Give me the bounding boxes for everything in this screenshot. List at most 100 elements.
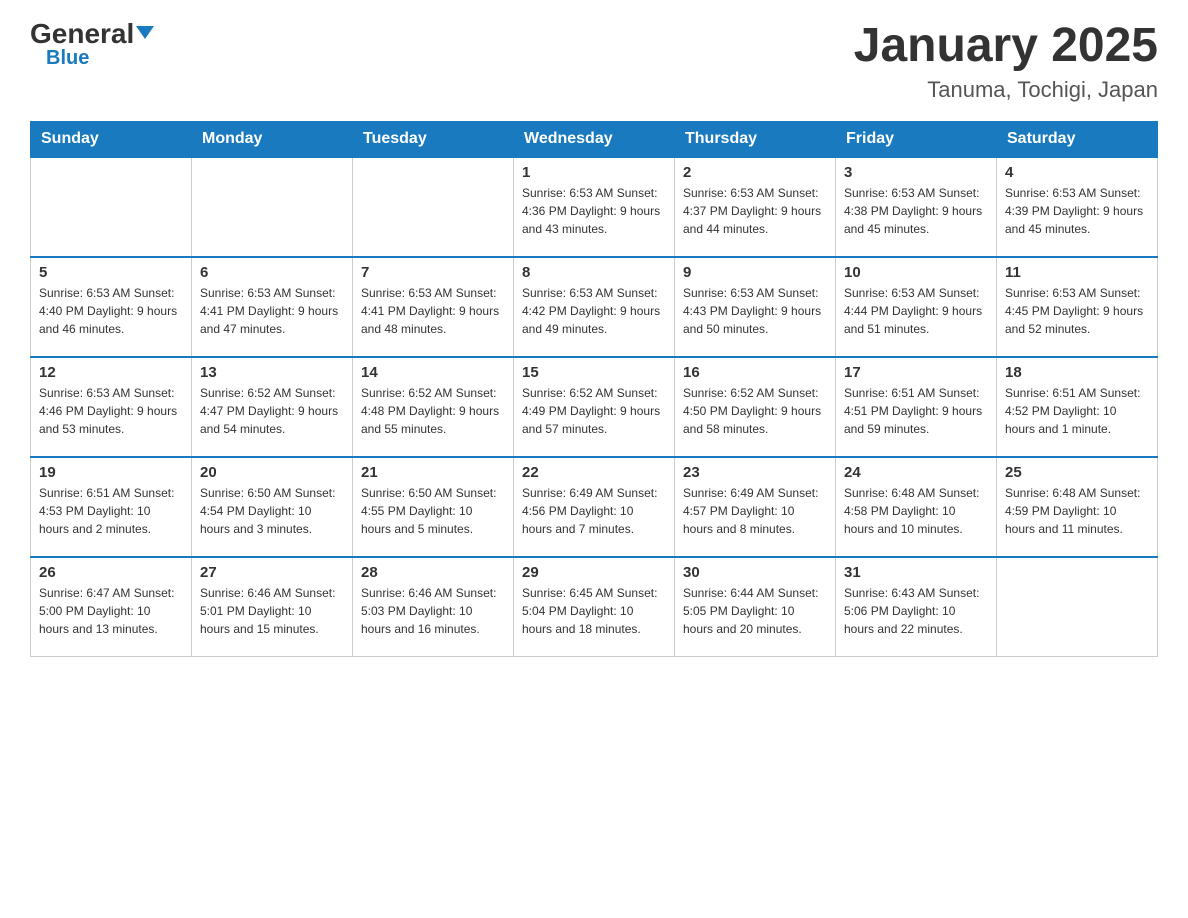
day-number: 12 <box>39 364 183 381</box>
day-number: 18 <box>1005 364 1149 381</box>
calendar-cell: 9 Sunrise: 6:53 AM Sunset: 4:43 PM Daylig… <box>675 257 836 357</box>
day-info: Sunrise: 6:53 AM Sunset: 4:37 PM Dayligh… <box>683 184 827 238</box>
day-info: Sunrise: 6:48 AM Sunset: 4:58 PM Dayligh… <box>844 484 988 538</box>
day-number: 22 <box>522 464 666 481</box>
calendar-cell: 5 Sunrise: 6:53 AM Sunset: 4:40 PM Daylig… <box>31 257 192 357</box>
day-number: 17 <box>844 364 988 381</box>
day-number: 23 <box>683 464 827 481</box>
day-of-week-header: Saturday <box>997 121 1158 157</box>
day-info: Sunrise: 6:53 AM Sunset: 4:36 PM Dayligh… <box>522 184 666 238</box>
calendar-cell: 26 Sunrise: 6:47 AM Sunset: 5:00 PM Dayli… <box>31 557 192 657</box>
calendar-cell: 20 Sunrise: 6:50 AM Sunset: 4:54 PM Dayli… <box>192 457 353 557</box>
calendar-cell: 2 Sunrise: 6:53 AM Sunset: 4:37 PM Daylig… <box>675 157 836 257</box>
calendar-week-row: 19Sunrise: 6:51 AM Sunset: 4:53 PM Dayli… <box>31 457 1158 557</box>
day-number: 16 <box>683 364 827 381</box>
logo: General Blue <box>30 20 154 68</box>
calendar-cell: 28Sunrise: 6:46 AM Sunset: 5:03 PM Dayli… <box>353 557 514 657</box>
day-number: 11 <box>1005 264 1149 281</box>
day-info: Sunrise: 6:52 AM Sunset: 4:49 PM Dayligh… <box>522 384 666 438</box>
calendar-cell: 7 Sunrise: 6:53 AM Sunset: 4:41 PM Daylig… <box>353 257 514 357</box>
day-info: Sunrise: 6:53 AM Sunset: 4:38 PM Dayligh… <box>844 184 988 238</box>
day-info: Sunrise: 6:50 AM Sunset: 4:54 PM Dayligh… <box>200 484 344 538</box>
day-number: 28 <box>361 564 505 581</box>
day-number: 7 <box>361 264 505 281</box>
calendar-cell: 11 Sunrise: 6:53 AM Sunset: 4:45 PM Dayli… <box>997 257 1158 357</box>
calendar-cell: 10 Sunrise: 6:53 AM Sunset: 4:44 PM Dayli… <box>836 257 997 357</box>
day-info: Sunrise: 6:48 AM Sunset: 4:59 PM Dayligh… <box>1005 484 1149 538</box>
calendar-cell: 29 Sunrise: 6:45 AM Sunset: 5:04 PM Dayli… <box>514 557 675 657</box>
day-number: 10 <box>844 264 988 281</box>
day-info: Sunrise: 6:53 AM Sunset: 4:41 PM Dayligh… <box>361 284 505 338</box>
calendar-cell: 21Sunrise: 6:50 AM Sunset: 4:55 PM Dayli… <box>353 457 514 557</box>
month-title: January 2025 <box>854 20 1158 73</box>
day-number: 4 <box>1005 164 1149 181</box>
calendar-cell: 17Sunrise: 6:51 AM Sunset: 4:51 PM Dayli… <box>836 357 997 457</box>
day-of-week-header: Tuesday <box>353 121 514 157</box>
day-info: Sunrise: 6:52 AM Sunset: 4:47 PM Dayligh… <box>200 384 344 438</box>
day-number: 2 <box>683 164 827 181</box>
day-info: Sunrise: 6:53 AM Sunset: 4:42 PM Dayligh… <box>522 284 666 338</box>
day-info: Sunrise: 6:45 AM Sunset: 5:04 PM Dayligh… <box>522 584 666 638</box>
calendar-table: SundayMondayTuesdayWednesdayThursdayFrid… <box>30 121 1158 658</box>
day-number: 27 <box>200 564 344 581</box>
page-header: General Blue January 2025 Tanuma, Tochig… <box>30 20 1158 103</box>
day-number: 8 <box>522 264 666 281</box>
day-of-week-header: Monday <box>192 121 353 157</box>
calendar-cell: 8 Sunrise: 6:53 AM Sunset: 4:42 PM Daylig… <box>514 257 675 357</box>
day-info: Sunrise: 6:44 AM Sunset: 5:05 PM Dayligh… <box>683 584 827 638</box>
title-area: January 2025 Tanuma, Tochigi, Japan <box>854 20 1158 103</box>
day-info: Sunrise: 6:52 AM Sunset: 4:48 PM Dayligh… <box>361 384 505 438</box>
day-info: Sunrise: 6:53 AM Sunset: 4:40 PM Dayligh… <box>39 284 183 338</box>
day-number: 5 <box>39 264 183 281</box>
calendar-cell: 25 Sunrise: 6:48 AM Sunset: 4:59 PM Dayli… <box>997 457 1158 557</box>
calendar-cell <box>353 157 514 257</box>
day-of-week-header: Friday <box>836 121 997 157</box>
calendar-cell: 14 Sunrise: 6:52 AM Sunset: 4:48 PM Dayli… <box>353 357 514 457</box>
calendar-cell: 19Sunrise: 6:51 AM Sunset: 4:53 PM Dayli… <box>31 457 192 557</box>
day-number: 13 <box>200 364 344 381</box>
day-number: 29 <box>522 564 666 581</box>
day-info: Sunrise: 6:53 AM Sunset: 4:43 PM Dayligh… <box>683 284 827 338</box>
calendar-cell: 6Sunrise: 6:53 AM Sunset: 4:41 PM Daylig… <box>192 257 353 357</box>
calendar-cell: 3 Sunrise: 6:53 AM Sunset: 4:38 PM Daylig… <box>836 157 997 257</box>
calendar-cell <box>31 157 192 257</box>
day-info: Sunrise: 6:53 AM Sunset: 4:45 PM Dayligh… <box>1005 284 1149 338</box>
calendar-cell: 22 Sunrise: 6:49 AM Sunset: 4:56 PM Dayli… <box>514 457 675 557</box>
calendar-cell: 23Sunrise: 6:49 AM Sunset: 4:57 PM Dayli… <box>675 457 836 557</box>
day-number: 31 <box>844 564 988 581</box>
day-info: Sunrise: 6:51 AM Sunset: 4:53 PM Dayligh… <box>39 484 183 538</box>
day-info: Sunrise: 6:53 AM Sunset: 4:41 PM Dayligh… <box>200 284 344 338</box>
day-info: Sunrise: 6:46 AM Sunset: 5:01 PM Dayligh… <box>200 584 344 638</box>
day-number: 20 <box>200 464 344 481</box>
calendar-cell: 18 Sunrise: 6:51 AM Sunset: 4:52 PM Dayli… <box>997 357 1158 457</box>
calendar-header: SundayMondayTuesdayWednesdayThursdayFrid… <box>31 121 1158 157</box>
day-info: Sunrise: 6:49 AM Sunset: 4:56 PM Dayligh… <box>522 484 666 538</box>
day-number: 26 <box>39 564 183 581</box>
day-number: 3 <box>844 164 988 181</box>
calendar-cell: 15Sunrise: 6:52 AM Sunset: 4:49 PM Dayli… <box>514 357 675 457</box>
day-number: 14 <box>361 364 505 381</box>
day-of-week-header: Wednesday <box>514 121 675 157</box>
day-number: 21 <box>361 464 505 481</box>
calendar-week-row: 26 Sunrise: 6:47 AM Sunset: 5:00 PM Dayli… <box>31 557 1158 657</box>
calendar-cell: 12Sunrise: 6:53 AM Sunset: 4:46 PM Dayli… <box>31 357 192 457</box>
day-info: Sunrise: 6:47 AM Sunset: 5:00 PM Dayligh… <box>39 584 183 638</box>
day-of-week-header: Sunday <box>31 121 192 157</box>
calendar-cell: 1Sunrise: 6:53 AM Sunset: 4:36 PM Daylig… <box>514 157 675 257</box>
day-info: Sunrise: 6:52 AM Sunset: 4:50 PM Dayligh… <box>683 384 827 438</box>
calendar-body: 1Sunrise: 6:53 AM Sunset: 4:36 PM Daylig… <box>31 157 1158 657</box>
calendar-cell <box>192 157 353 257</box>
day-number: 25 <box>1005 464 1149 481</box>
day-info: Sunrise: 6:53 AM Sunset: 4:39 PM Dayligh… <box>1005 184 1149 238</box>
day-number: 30 <box>683 564 827 581</box>
calendar-week-row: 1Sunrise: 6:53 AM Sunset: 4:36 PM Daylig… <box>31 157 1158 257</box>
day-info: Sunrise: 6:51 AM Sunset: 4:52 PM Dayligh… <box>1005 384 1149 438</box>
day-info: Sunrise: 6:43 AM Sunset: 5:06 PM Dayligh… <box>844 584 988 638</box>
logo-triangle-icon <box>136 26 154 39</box>
day-info: Sunrise: 6:53 AM Sunset: 4:44 PM Dayligh… <box>844 284 988 338</box>
calendar-cell: 16 Sunrise: 6:52 AM Sunset: 4:50 PM Dayli… <box>675 357 836 457</box>
calendar-cell <box>997 557 1158 657</box>
day-number: 9 <box>683 264 827 281</box>
calendar-cell: 13 Sunrise: 6:52 AM Sunset: 4:47 PM Dayli… <box>192 357 353 457</box>
calendar-cell: 30 Sunrise: 6:44 AM Sunset: 5:05 PM Dayli… <box>675 557 836 657</box>
